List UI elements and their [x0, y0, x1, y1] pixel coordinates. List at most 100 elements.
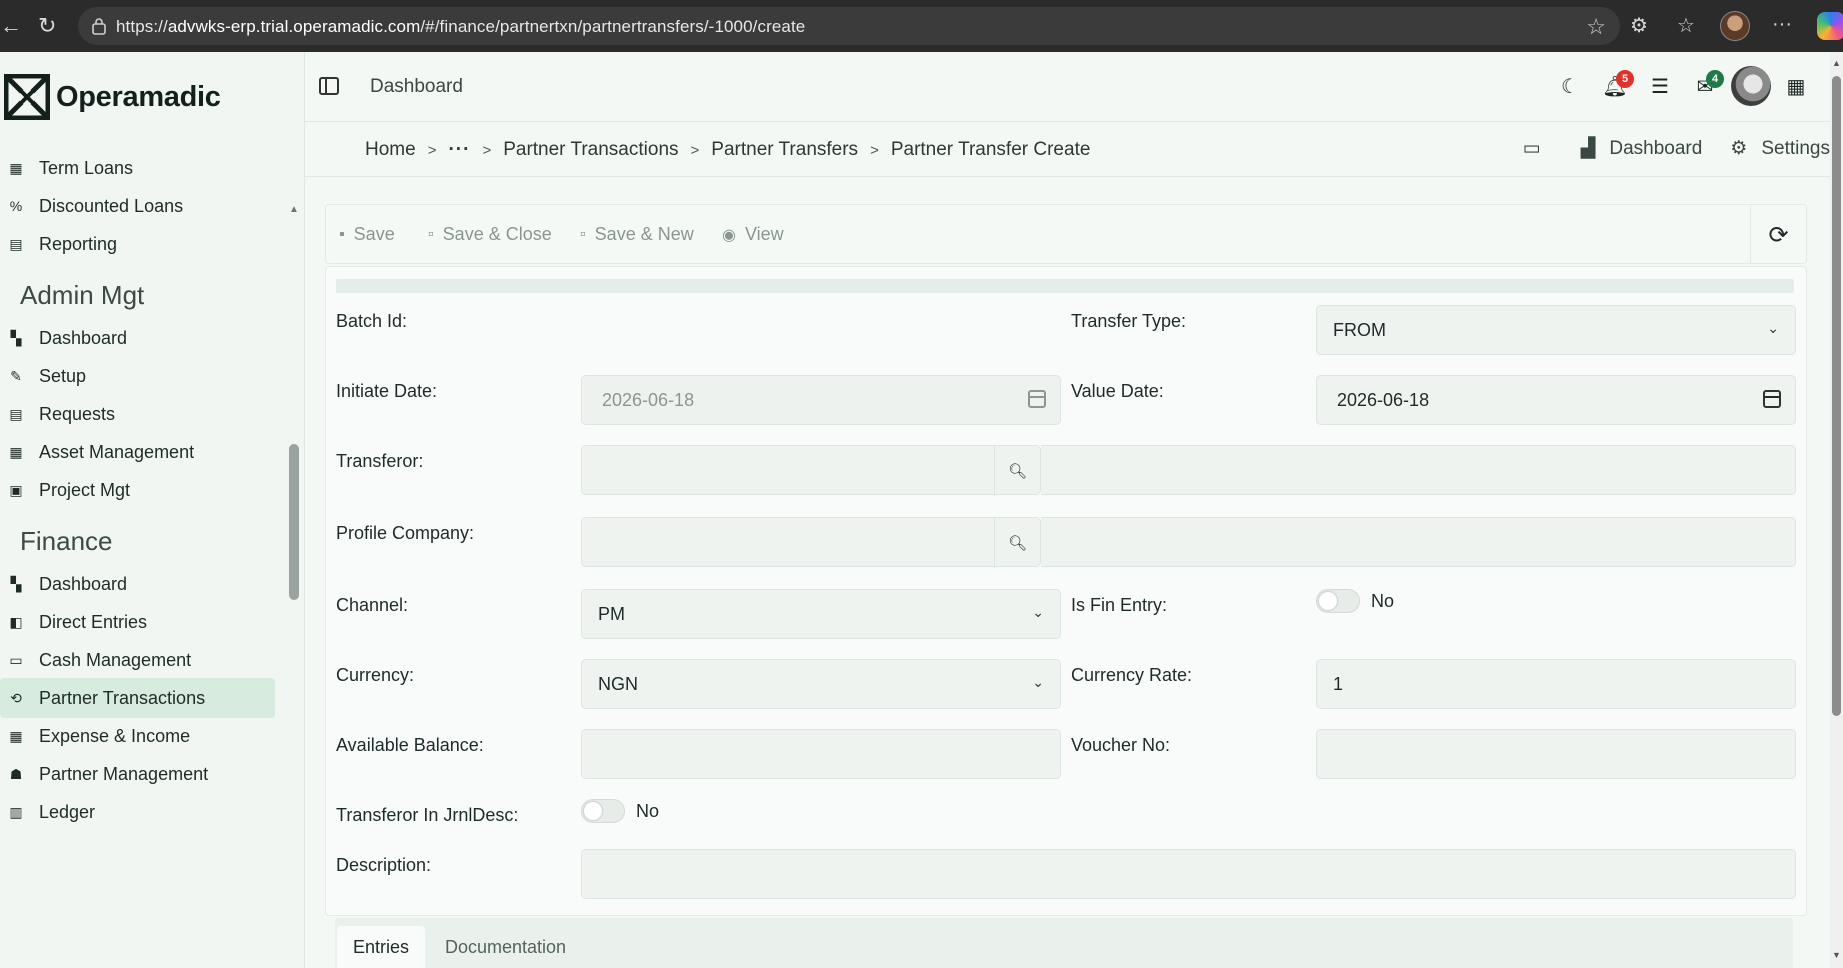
comment-icon[interactable]: ▭	[1523, 137, 1541, 160]
save-new-button[interactable]: ▫ Save & New	[580, 224, 694, 245]
sidebar-item-discounted-loans[interactable]: % Discounted Loans	[0, 186, 275, 226]
notifications-bell-icon[interactable]: 🔔︎ 5	[1602, 70, 1634, 100]
logo[interactable]: Operamadic	[4, 74, 221, 120]
tasks-list-icon[interactable]: ☰	[1647, 74, 1673, 100]
breadcrumb-partner-transfers[interactable]: Partner Transfers	[711, 139, 858, 161]
scroll-up-icon[interactable]: ▲	[289, 204, 299, 215]
sidebar-item-label: Partner Management	[39, 763, 209, 784]
transferor-label: Transferor:	[336, 451, 424, 471]
dashboard-link[interactable]: Dashboard	[1609, 138, 1702, 160]
apps-grid-icon[interactable]: ▦	[1783, 74, 1809, 100]
chevron-right-icon: >	[427, 141, 437, 159]
channel-select[interactable]: PM ⌄	[581, 589, 1061, 639]
transferor-in-jrnldesc-value: No	[636, 801, 660, 821]
transferor-code-input[interactable]: 🔍︎	[581, 445, 1041, 496]
bookmark-star-icon[interactable]: ☆	[1586, 14, 1606, 40]
voucher-no-input[interactable]	[1316, 729, 1796, 779]
chevron-right-icon: >	[870, 141, 879, 159]
page-scroll-thumb[interactable]	[1832, 76, 1841, 716]
breadcrumb-ellipsis[interactable]: ···	[448, 139, 470, 161]
transferor-name-input[interactable]	[1041, 445, 1796, 495]
app-shell: Operamadic ▦ Term Loans % Discounted Loans…	[0, 52, 1843, 968]
search-icon[interactable]: 🔍︎	[994, 518, 1040, 568]
value-date-field[interactable]: 2026-06-18	[1316, 375, 1796, 425]
sidebar-item-partner-transactions[interactable]: ⟲ Partner Transactions	[0, 678, 275, 718]
scroll-up-icon[interactable]: ▲	[1832, 58, 1841, 68]
tab-entries[interactable]: Entries	[337, 926, 426, 968]
voucher-no-label: Voucher No:	[1071, 735, 1171, 755]
sidebar-item-finance-dashboard[interactable]: ▚ Dashboard	[0, 564, 275, 604]
gear-icon[interactable]: ⚙	[1730, 137, 1747, 160]
sidebar-item-term-loans[interactable]: ▦ Term Loans	[0, 148, 275, 188]
is-fin-entry-value: No	[1371, 591, 1395, 611]
description-label: Description:	[336, 855, 432, 875]
save-button[interactable]: ▪ Save	[339, 224, 395, 245]
browser-profile-avatar[interactable]	[1720, 11, 1750, 41]
profile-company-code-input[interactable]: 🔍︎	[581, 517, 1041, 568]
save-close-icon: ▫	[428, 225, 434, 243]
currency-select[interactable]: NGN ⌄	[581, 659, 1061, 709]
calendar-icon[interactable]	[1028, 390, 1046, 408]
dark-mode-moon-icon[interactable]: ☾	[1557, 74, 1583, 100]
transfer-type-select[interactable]: FROM ⌄	[1316, 305, 1796, 355]
is-fin-entry-label: Is Fin Entry:	[1071, 595, 1168, 615]
initiate-date-field[interactable]: 2026-06-18	[581, 375, 1061, 425]
sidebar-item-ledger[interactable]: ▥ Ledger	[0, 792, 275, 832]
breadcrumb-actions: ▭ ▟ Dashboard ⚙ Settings	[1523, 137, 1830, 160]
chevron-right-icon: >	[690, 141, 700, 159]
sidebar-item-label: Asset Management	[39, 441, 195, 462]
sidebar-item-label: Dashboard	[39, 327, 128, 348]
sidebar-item-label: Partner Transactions	[39, 687, 206, 708]
sidebar-item-partner-management[interactable]: ☗ Partner Management	[0, 754, 275, 794]
extensions-icon[interactable]: ⚙	[1630, 13, 1648, 38]
refresh-button[interactable]: ⟳	[1750, 205, 1806, 265]
breadcrumb-partner-transactions[interactable]: Partner Transactions	[503, 139, 678, 161]
description-input[interactable]	[581, 849, 1796, 899]
is-fin-entry-toggle[interactable]	[1316, 589, 1360, 613]
back-icon[interactable]: ←	[0, 14, 22, 38]
sidebar-scroll-thumb[interactable]	[289, 444, 299, 600]
sidebar-item-label: Dashboard	[39, 573, 128, 594]
sidebar-item-reporting[interactable]: ▤ Reporting	[0, 224, 275, 264]
sidebar-item-requests[interactable]: ▤ Requests	[0, 394, 275, 434]
copilot-icon[interactable]	[1817, 12, 1843, 40]
profile-company-label: Profile Company:	[336, 523, 475, 543]
sidebar-item-setup[interactable]: ✎ Setup	[0, 356, 275, 396]
initiate-date-label: Initiate Date:	[336, 381, 438, 401]
scroll-down-icon[interactable]: ▼	[1832, 950, 1841, 960]
mail-icon[interactable]: ✉ 4	[1692, 70, 1724, 100]
sidebar-item-asset-management[interactable]: ▦ Asset Management	[0, 432, 275, 472]
batch-id-label: Batch Id:	[336, 311, 408, 331]
site-info-icon[interactable]	[92, 17, 106, 35]
transferor-in-jrnldesc-toggle[interactable]	[581, 799, 625, 823]
available-balance-input[interactable]	[581, 729, 1061, 779]
sidebar-item-cash-management[interactable]: ▭ Cash Management	[0, 640, 275, 680]
sidebar-item-admin-dashboard[interactable]: ▚ Dashboard	[0, 318, 275, 358]
sidebar-toggle-icon[interactable]	[319, 77, 339, 95]
calendar-icon[interactable]	[1763, 390, 1781, 408]
reload-icon[interactable]: ↻	[38, 14, 56, 38]
asset-icon: ▦	[9, 443, 23, 460]
search-icon[interactable]: 🔍︎	[994, 446, 1040, 496]
favorites-icon[interactable]: ☆	[1677, 13, 1695, 38]
detail-tabs: Entries Documentation	[335, 918, 1793, 968]
chart-icon[interactable]: ▟	[1581, 137, 1596, 160]
more-menu-icon[interactable]: ···	[1772, 13, 1792, 36]
view-button[interactable]: ◉ View	[722, 224, 784, 245]
chevron-down-icon: ⌄	[1032, 674, 1044, 690]
sidebar-item-project-mgt[interactable]: ▣ Project Mgt	[0, 470, 275, 510]
page-scrollbar[interactable]: ▲ ▼	[1830, 52, 1843, 968]
address-bar[interactable]: https://advwks-erp.trial.operamadic.com/…	[78, 7, 1620, 45]
breadcrumb-home[interactable]: Home	[365, 139, 416, 161]
currency-rate-input[interactable]: 1	[1316, 659, 1796, 709]
profile-company-name-input[interactable]	[1041, 517, 1796, 567]
sidebar-item-expense-income[interactable]: ▦ Expense & Income	[0, 716, 275, 756]
save-close-button[interactable]: ▫ Save & Close	[428, 224, 552, 245]
settings-link[interactable]: Settings	[1761, 138, 1830, 160]
tab-documentation[interactable]: Documentation	[429, 926, 582, 968]
sidebar-item-direct-entries[interactable]: ◧ Direct Entries	[0, 602, 275, 642]
percent-icon: %	[9, 198, 23, 214]
currency-rate-label: Currency Rate:	[1071, 665, 1193, 685]
sidebar-scrollbar[interactable]: ▲ ▼	[286, 144, 302, 968]
user-avatar[interactable]	[1731, 66, 1771, 106]
